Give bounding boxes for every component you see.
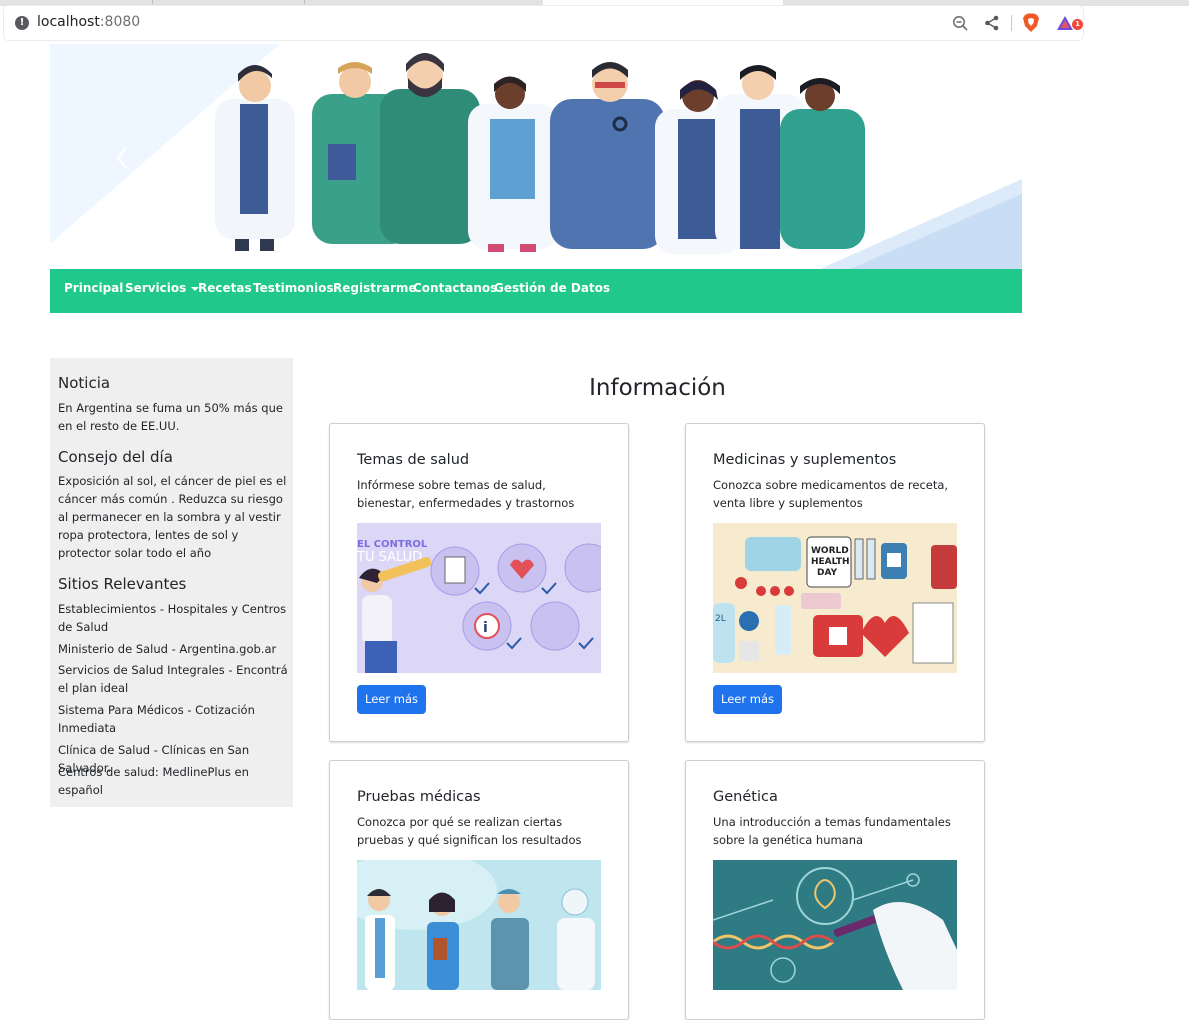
nav-servicios-label: Servicios <box>125 281 187 295</box>
image-caption: DAY <box>817 568 838 578</box>
card-text: Infórmese sobre temas de salud, bienesta… <box>357 478 575 510</box>
sitio-link[interactable]: Ministerio de Salud - Argentina.gob.ar <box>58 640 290 658</box>
page-title: Información <box>589 375 726 401</box>
tab-separator <box>152 0 153 4</box>
noticia-title: Noticia <box>58 374 111 392</box>
image-caption: 2L <box>715 614 726 624</box>
carousel-prev-icon[interactable] <box>110 144 134 172</box>
url-port: :8080 <box>99 14 141 30</box>
consejo-title: Consejo del día <box>58 448 173 466</box>
nav-servicios[interactable]: Servicios <box>125 281 200 295</box>
card-image-medicines: WORLD HEALTH DAY 2L <box>713 523 957 673</box>
consejo-text: Exposición al sol, el cáncer de piel es … <box>58 474 287 560</box>
sitio-link[interactable]: Sistema Para Médicos - Cotización Inmedi… <box>58 701 290 737</box>
sitio-link[interactable]: Establecimientos - Hospitales y Centros … <box>58 600 290 636</box>
nav-principal[interactable]: Principal <box>64 281 123 295</box>
header-banner <box>50 44 1022 269</box>
card-text: Una introducción a temas fundamentales s… <box>713 815 951 847</box>
card-image-genetics <box>713 860 957 990</box>
card-image-health-control: EL CONTROL TU SALUD i <box>357 523 601 673</box>
card-text: Conozca por qué se realizan ciertas prue… <box>357 815 582 847</box>
card-text: Conozca sobre medicamentos de receta, ve… <box>713 478 949 510</box>
card-title: Genética <box>713 789 778 805</box>
card-medicinas: Medicinas y suplementos Conozca sobre me… <box>685 423 985 742</box>
card-title: Temas de salud <box>357 452 470 468</box>
leer-mas-button[interactable]: Leer más <box>357 685 426 714</box>
rewards-badge: 1 <box>1072 19 1083 30</box>
card-genetica: Genética Una introducción a temas fundam… <box>685 760 985 1020</box>
nav-contactanos[interactable]: Contactanos <box>413 281 497 295</box>
zoom-out-icon[interactable] <box>951 14 969 32</box>
image-caption: WORLD <box>811 546 849 556</box>
not-secure-warning-icon[interactable]: ! <box>15 16 29 30</box>
image-caption: HEALTH <box>811 557 850 567</box>
tab-separator <box>304 0 305 4</box>
card-title: Pruebas médicas <box>357 789 481 805</box>
sitios-title: Sitios Relevantes <box>58 575 187 593</box>
card-pruebas-medicas: Pruebas médicas Conozca por qué se reali… <box>329 760 629 1020</box>
doctors-team-illustration <box>50 44 1022 269</box>
url-host: localhost <box>37 14 100 30</box>
nav-testimonios[interactable]: Testimonios <box>253 281 334 295</box>
card-image-medical-staff <box>357 860 601 990</box>
sitio-link[interactable]: Centros de salud: MedlinePlus en español <box>58 763 290 799</box>
image-caption: EL CONTROL <box>357 539 428 550</box>
card-temas-salud: Temas de salud Infórmese sobre temas de … <box>329 423 629 742</box>
share-icon[interactable] <box>983 14 1001 32</box>
main-navbar: Principal Servicios Recetas Testimonios … <box>50 269 1022 313</box>
url-text[interactable]: localhost:8080 <box>37 14 140 30</box>
address-divider <box>1011 15 1012 31</box>
sitio-link[interactable]: Servicios de Salud Integrales - Encontrá… <box>58 661 290 697</box>
address-bar[interactable]: ! localhost:8080 1 <box>4 6 1083 40</box>
svg-text:i: i <box>483 620 488 636</box>
nav-gestion-datos[interactable]: Gestión de Datos <box>494 281 610 295</box>
brave-shield-icon[interactable] <box>1022 13 1040 33</box>
noticia-text: En Argentina se fuma un 50% más que en e… <box>58 401 283 433</box>
nav-recetas[interactable]: Recetas <box>198 281 252 295</box>
nav-registrarme[interactable]: Registrarme <box>333 281 417 295</box>
sidebar: Noticia En Argentina se fuma un 50% más … <box>50 358 293 807</box>
card-title: Medicinas y suplementos <box>713 452 897 468</box>
leer-mas-button[interactable]: Leer más <box>713 685 782 714</box>
